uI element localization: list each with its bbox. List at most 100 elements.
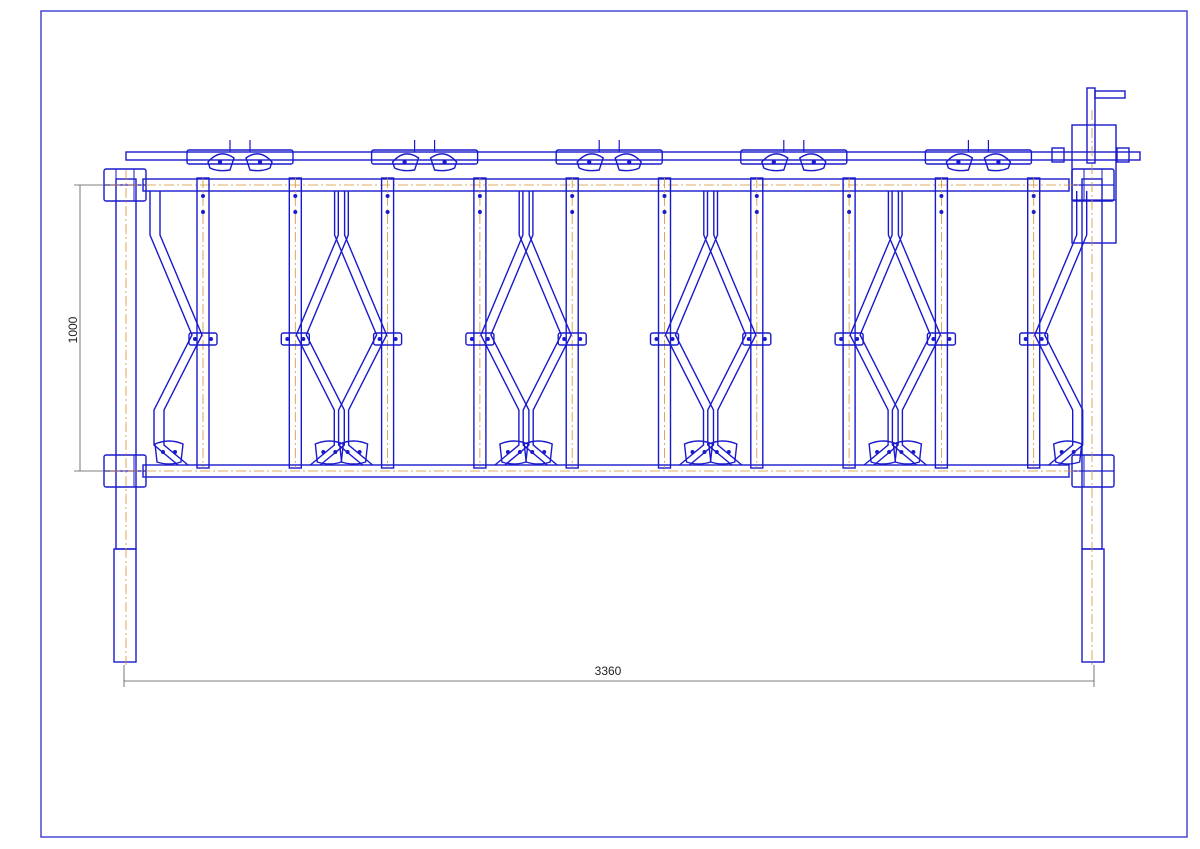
bolt xyxy=(847,194,852,198)
bolt xyxy=(257,159,263,165)
gate-section xyxy=(149,177,218,469)
gate-section xyxy=(1019,177,1088,469)
bolt xyxy=(442,159,447,165)
gate-curved-pipe-edge xyxy=(859,191,903,466)
bolt xyxy=(847,210,852,214)
gate-curved-pipe-edge xyxy=(887,191,932,466)
gate-curved-pipe-edge xyxy=(897,191,942,466)
locking-gates-layer xyxy=(149,177,1088,469)
bolt xyxy=(477,194,482,198)
bolt xyxy=(402,159,407,165)
bolt xyxy=(726,450,731,454)
lock-mechanism xyxy=(924,140,1033,172)
bolt xyxy=(875,450,880,454)
lock-mechanism xyxy=(555,140,663,172)
bolt xyxy=(947,337,952,341)
bolt xyxy=(662,194,667,198)
bolt xyxy=(931,337,936,341)
bolt xyxy=(670,337,675,341)
bolt xyxy=(1039,337,1044,341)
gate-curved-pipe-edge xyxy=(849,191,893,466)
bolt xyxy=(1031,210,1036,214)
bolt xyxy=(377,337,382,341)
gate-curved-pipe-edge xyxy=(295,191,339,466)
lever-handle xyxy=(1094,90,1126,99)
gate-bottom-paddle xyxy=(1052,440,1083,465)
gate-curved-pipe-edge xyxy=(480,191,524,466)
bolt xyxy=(469,337,474,341)
bolt xyxy=(839,337,844,341)
bolt xyxy=(393,337,398,341)
bolt xyxy=(285,337,290,341)
lock-mechanism xyxy=(186,140,294,172)
bolt xyxy=(385,194,390,198)
bolt xyxy=(209,337,213,341)
frame-layer xyxy=(40,10,1188,838)
bolt xyxy=(477,210,482,214)
bolt xyxy=(542,450,547,454)
bolt xyxy=(570,210,575,214)
gate-curved-pipe-edge xyxy=(333,191,378,466)
gate-curved-pipe-edge xyxy=(518,191,562,466)
dimensions-layer: 1000 3360 xyxy=(66,184,1095,687)
bolt xyxy=(762,337,767,341)
bolt xyxy=(485,337,490,341)
bolt xyxy=(173,450,177,454)
bolt xyxy=(587,159,592,165)
bolt xyxy=(654,337,659,341)
gate-curved-pipe-edge xyxy=(343,191,388,466)
bolt xyxy=(662,210,667,214)
bolt xyxy=(771,159,776,165)
bolt xyxy=(201,210,205,214)
lock-mechanism xyxy=(740,140,848,172)
lock-mechanism xyxy=(370,140,479,172)
lock-mechanism-layer xyxy=(186,140,1033,172)
right-post-lower xyxy=(1081,548,1105,663)
bolt xyxy=(321,450,326,454)
bolt xyxy=(627,159,632,165)
bolt xyxy=(811,159,816,165)
bolt xyxy=(530,450,535,454)
bolt xyxy=(754,210,759,214)
bolt xyxy=(899,450,904,454)
gate-curved-pipe-edge xyxy=(528,191,572,466)
bolt xyxy=(293,210,298,214)
sheet-border xyxy=(40,10,1188,838)
bolt xyxy=(887,450,892,454)
gate-curved-pipe-edge xyxy=(305,191,349,466)
bolt xyxy=(746,337,751,341)
gate-curved-pipe-edge xyxy=(490,191,534,466)
bolt xyxy=(911,450,916,454)
gate-bottom-paddle xyxy=(154,440,184,465)
bolt xyxy=(517,450,522,454)
bolt xyxy=(1071,450,1076,454)
bolt xyxy=(855,337,860,341)
bolt xyxy=(201,194,205,198)
bolt xyxy=(505,450,510,454)
bolt xyxy=(562,337,567,341)
bolt xyxy=(956,159,961,165)
left-post-lower xyxy=(113,548,137,663)
bolt xyxy=(357,450,362,454)
bolt xyxy=(301,337,306,341)
bolt xyxy=(714,450,719,454)
bolt xyxy=(578,337,583,341)
bolt xyxy=(939,194,944,198)
bolt xyxy=(702,450,707,454)
bolt xyxy=(1059,450,1064,454)
bolt xyxy=(996,159,1001,165)
bolt xyxy=(161,450,165,454)
height-dimension-label: 1000 xyxy=(66,316,80,343)
gate-curved-pipe-edge xyxy=(1033,191,1078,466)
bolt xyxy=(293,194,298,198)
gate-curved-pipe-edge xyxy=(664,191,709,466)
gate-curved-pipe-edge xyxy=(713,191,757,466)
gate-curved-pipe-edge xyxy=(1043,191,1088,466)
bolt xyxy=(217,159,223,165)
width-dimension-label: 3360 xyxy=(595,664,622,678)
bolt xyxy=(690,450,695,454)
lever-housing xyxy=(1071,124,1117,244)
gate-curved-pipe-edge xyxy=(674,191,719,466)
drawing-sheet: 1000 3360 xyxy=(40,10,1188,838)
bolt xyxy=(385,210,390,214)
